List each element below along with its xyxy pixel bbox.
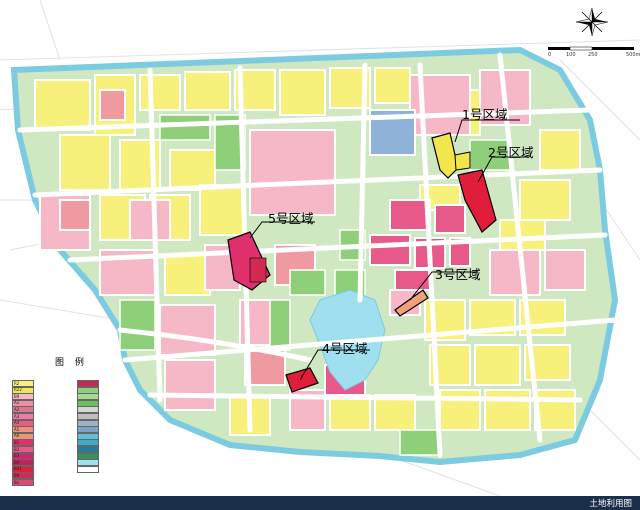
legend-code: B9 — [14, 393, 20, 399]
scale-100: 100 — [566, 52, 576, 58]
zone-2-label: 2号区域 — [488, 145, 534, 160]
zone-4-label: 4号区域 — [322, 341, 368, 356]
legend-code: A3 — [14, 413, 20, 419]
zone-3-label: 3号区域 — [435, 267, 481, 282]
legend-code: A4 — [14, 420, 20, 426]
scale-bar — [548, 46, 634, 51]
zone-5-label: 5号区域 — [268, 211, 314, 226]
map-title: 土地利用图 — [589, 499, 632, 509]
scale-250: 250 — [588, 52, 598, 58]
legend-code: A1 — [14, 400, 20, 406]
legend-code: B41 — [14, 466, 22, 472]
legend-swatch: Bx — [12, 479, 34, 486]
legend-code: B9 — [14, 472, 20, 478]
zone-1-label: 1号区域 — [462, 107, 508, 122]
legend-title: 图 例 — [55, 358, 88, 368]
legend-code: Bx — [14, 479, 20, 485]
legend-code: B3 — [14, 453, 20, 459]
legend-code: B4 — [14, 459, 20, 465]
legend-code: A2 — [14, 406, 20, 412]
legend-code: B2 — [14, 446, 20, 452]
legend-code: R22 — [14, 387, 22, 393]
scale-0: 0 — [548, 52, 552, 58]
legend-code: B1 — [14, 439, 20, 445]
zone-5-inner — [249, 257, 267, 283]
legend-code: A6 — [14, 433, 20, 439]
legend-swatch — [77, 465, 99, 473]
legend-code: R2 — [14, 380, 20, 386]
footer-bar: 土地利用图 — [0, 496, 640, 510]
zone-1-area-b — [454, 151, 471, 171]
legend-code: A5 — [14, 426, 20, 432]
scale-500: 500m — [626, 52, 640, 58]
